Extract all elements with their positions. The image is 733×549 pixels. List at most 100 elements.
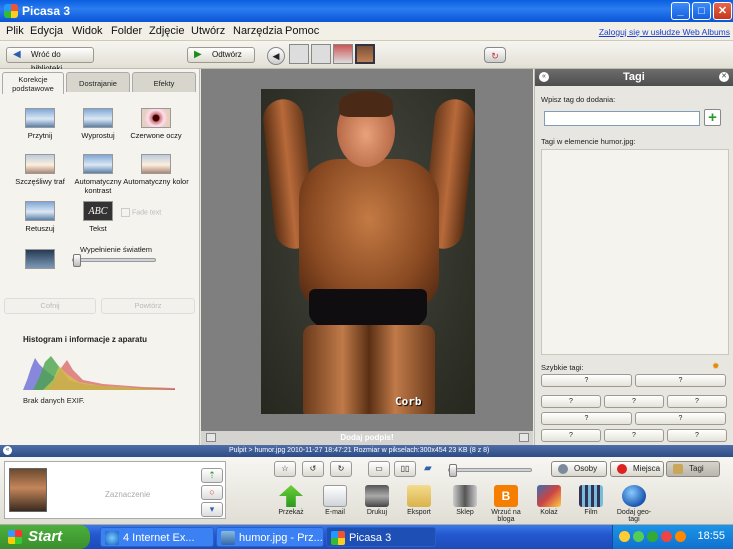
taskbar-item-viewer-label: humor.jpg - Prz... xyxy=(239,532,323,544)
hold-icon[interactable]: ⇡ xyxy=(201,468,223,483)
smiley-icon[interactable] xyxy=(619,531,630,542)
crop-tool[interactable]: Przytnij xyxy=(7,108,73,140)
compare-view-button[interactable]: ▯▯ xyxy=(394,461,416,477)
slideshow-play-button[interactable]: ▶ Odtwórz xyxy=(187,47,255,63)
quick-tag-button[interactable]: ? xyxy=(635,374,726,387)
update-icon[interactable] xyxy=(675,531,686,542)
single-view-icon: ▭ xyxy=(375,464,383,473)
quick-tag-button[interactable]: ? xyxy=(667,395,727,408)
straighten-tool[interactable]: Wyprostuj xyxy=(65,108,131,140)
rotate-left-button[interactable]: ↺ xyxy=(302,461,324,477)
zoom-icon: ▰ xyxy=(424,463,432,474)
photo-viewer: Corb Dodaj podpis! xyxy=(201,69,533,445)
filmstrip-thumb[interactable] xyxy=(333,44,353,64)
rotate-mini-button[interactable]: ↻ xyxy=(484,47,506,63)
menu-help[interactable]: Pomoc xyxy=(285,25,319,37)
crop-label: Przytnij xyxy=(27,131,53,140)
security-icon[interactable] xyxy=(661,531,672,542)
back-to-library-button[interactable]: ◀ Wróć do biblioteki xyxy=(6,47,94,73)
tags-panel-title: Tagi xyxy=(623,71,645,83)
filmstrip-thumb[interactable] xyxy=(289,44,309,64)
add-tag-button[interactable]: + xyxy=(704,109,721,126)
previous-photo-button[interactable]: ◀ xyxy=(267,47,285,65)
taskbar-item-viewer[interactable]: humor.jpg - Prz... xyxy=(216,527,324,547)
redeye-tool[interactable]: Czerwone oczy xyxy=(123,108,189,140)
auto-contrast-tool[interactable]: Automatyczny kontrast xyxy=(65,154,131,195)
lucky-tool[interactable]: Szczęśliwy traf xyxy=(7,154,73,186)
clear-selection-icon[interactable]: ○ xyxy=(201,485,223,500)
movie-action[interactable]: Film xyxy=(569,485,613,516)
panel-collapse-icon[interactable]: « xyxy=(539,72,549,82)
quick-tag-button[interactable]: ? xyxy=(604,395,664,408)
redo-button[interactable]: Powtórz xyxy=(101,298,195,314)
crop-icon xyxy=(25,108,55,128)
zoom-slider[interactable] xyxy=(448,464,532,477)
compare-view-icon: ▯▯ xyxy=(400,464,410,473)
minimize-button[interactable]: _ xyxy=(671,2,690,20)
tag-input[interactable] xyxy=(544,111,700,126)
taskbar-item-picasa[interactable]: Picasa 3 xyxy=(326,527,436,547)
tab-places[interactable]: Miejsca xyxy=(610,461,664,477)
geotag-action[interactable]: Dodaj geo-tagi xyxy=(612,485,656,523)
tab-tags[interactable]: Tagi xyxy=(666,461,720,477)
share-action[interactable]: Przekaż xyxy=(269,485,313,516)
quick-tag-button[interactable]: ? xyxy=(604,429,664,442)
gear-icon[interactable]: ✹ xyxy=(712,361,720,372)
collage-action[interactable]: Kolaż xyxy=(527,485,571,516)
caption-left-icon[interactable] xyxy=(206,433,216,442)
tab-tuning[interactable]: Dostrajanie xyxy=(66,72,130,92)
panel-close-icon[interactable]: ✕ xyxy=(719,72,729,82)
tab-effects[interactable]: Efekty xyxy=(132,72,196,92)
menu-picture[interactable]: Zdjęcie xyxy=(149,25,184,37)
selected-thumbnail[interactable] xyxy=(9,468,47,512)
filmstrip-thumb-selected[interactable] xyxy=(355,44,375,64)
menu-tools[interactable]: Narzędzia xyxy=(233,25,283,37)
auto-color-tool[interactable]: Automatyczny kolor xyxy=(123,154,189,186)
network-icon[interactable] xyxy=(633,531,644,542)
tag-input-label: Wpisz tag do dodania: xyxy=(541,95,616,104)
filmstrip-thumb[interactable] xyxy=(311,44,331,64)
tab-people[interactable]: Osoby xyxy=(551,461,607,477)
menu-file[interactable]: Plik xyxy=(6,25,24,37)
quick-tag-button[interactable]: ? xyxy=(541,429,601,442)
menu-edit[interactable]: Edycja xyxy=(30,25,63,37)
blog-action[interactable]: B Wrzuć na bloga xyxy=(484,485,528,523)
add-to-album-icon[interactable]: ▾ xyxy=(201,502,223,517)
web-albums-signin-link[interactable]: Zaloguj się w usłudze Web Albums xyxy=(599,27,730,37)
photo-hair xyxy=(339,91,393,117)
text-tool[interactable]: ABC Tekst xyxy=(65,201,131,233)
quick-tag-button[interactable]: ? xyxy=(541,395,601,408)
retouch-tool[interactable]: Retuszuj xyxy=(7,201,73,233)
caption-right-icon[interactable] xyxy=(519,433,529,442)
maximize-button[interactable]: □ xyxy=(692,2,711,20)
fill-light-slider[interactable] xyxy=(72,254,156,267)
quick-tag-button[interactable]: ? xyxy=(541,412,632,425)
print-action[interactable]: Drukuj xyxy=(355,485,399,516)
menu-create[interactable]: Utwórz xyxy=(191,25,225,37)
tray-collapse-icon[interactable]: « xyxy=(3,446,12,455)
auto-color-icon xyxy=(141,154,171,174)
export-action[interactable]: Eksport xyxy=(397,485,441,516)
star-button[interactable]: ☆ xyxy=(274,461,296,477)
shop-action[interactable]: Sklep xyxy=(443,485,487,516)
caption-bar[interactable]: Dodaj podpis! xyxy=(201,431,533,445)
refresh-icon: ↻ xyxy=(491,51,499,61)
signal-icon[interactable] xyxy=(647,531,658,542)
eye-icon xyxy=(141,108,171,128)
fill-light-slider-handle[interactable] xyxy=(73,254,81,267)
email-action[interactable]: E-mail xyxy=(313,485,357,516)
tab-basic-fixes[interactable]: Korekcje podstawowe xyxy=(2,72,64,94)
quick-tag-button[interactable]: ? xyxy=(541,374,632,387)
zoom-slider-handle[interactable] xyxy=(449,464,457,477)
taskbar-item-ie[interactable]: 4 Internet Ex... xyxy=(100,527,214,547)
quick-tag-button[interactable]: ? xyxy=(635,412,726,425)
menu-view[interactable]: Widok xyxy=(72,25,103,37)
quick-tag-button[interactable]: ? xyxy=(667,429,727,442)
rotate-right-button[interactable]: ↻ xyxy=(330,461,352,477)
start-button[interactable]: Start xyxy=(0,525,90,549)
close-button[interactable]: ✕ xyxy=(713,2,732,20)
undo-button[interactable]: Cofnij xyxy=(4,298,96,314)
single-view-button[interactable]: ▭ xyxy=(368,461,390,477)
menu-folder[interactable]: Folder xyxy=(111,25,142,37)
caption-placeholder[interactable]: Dodaj podpis! xyxy=(340,433,393,442)
